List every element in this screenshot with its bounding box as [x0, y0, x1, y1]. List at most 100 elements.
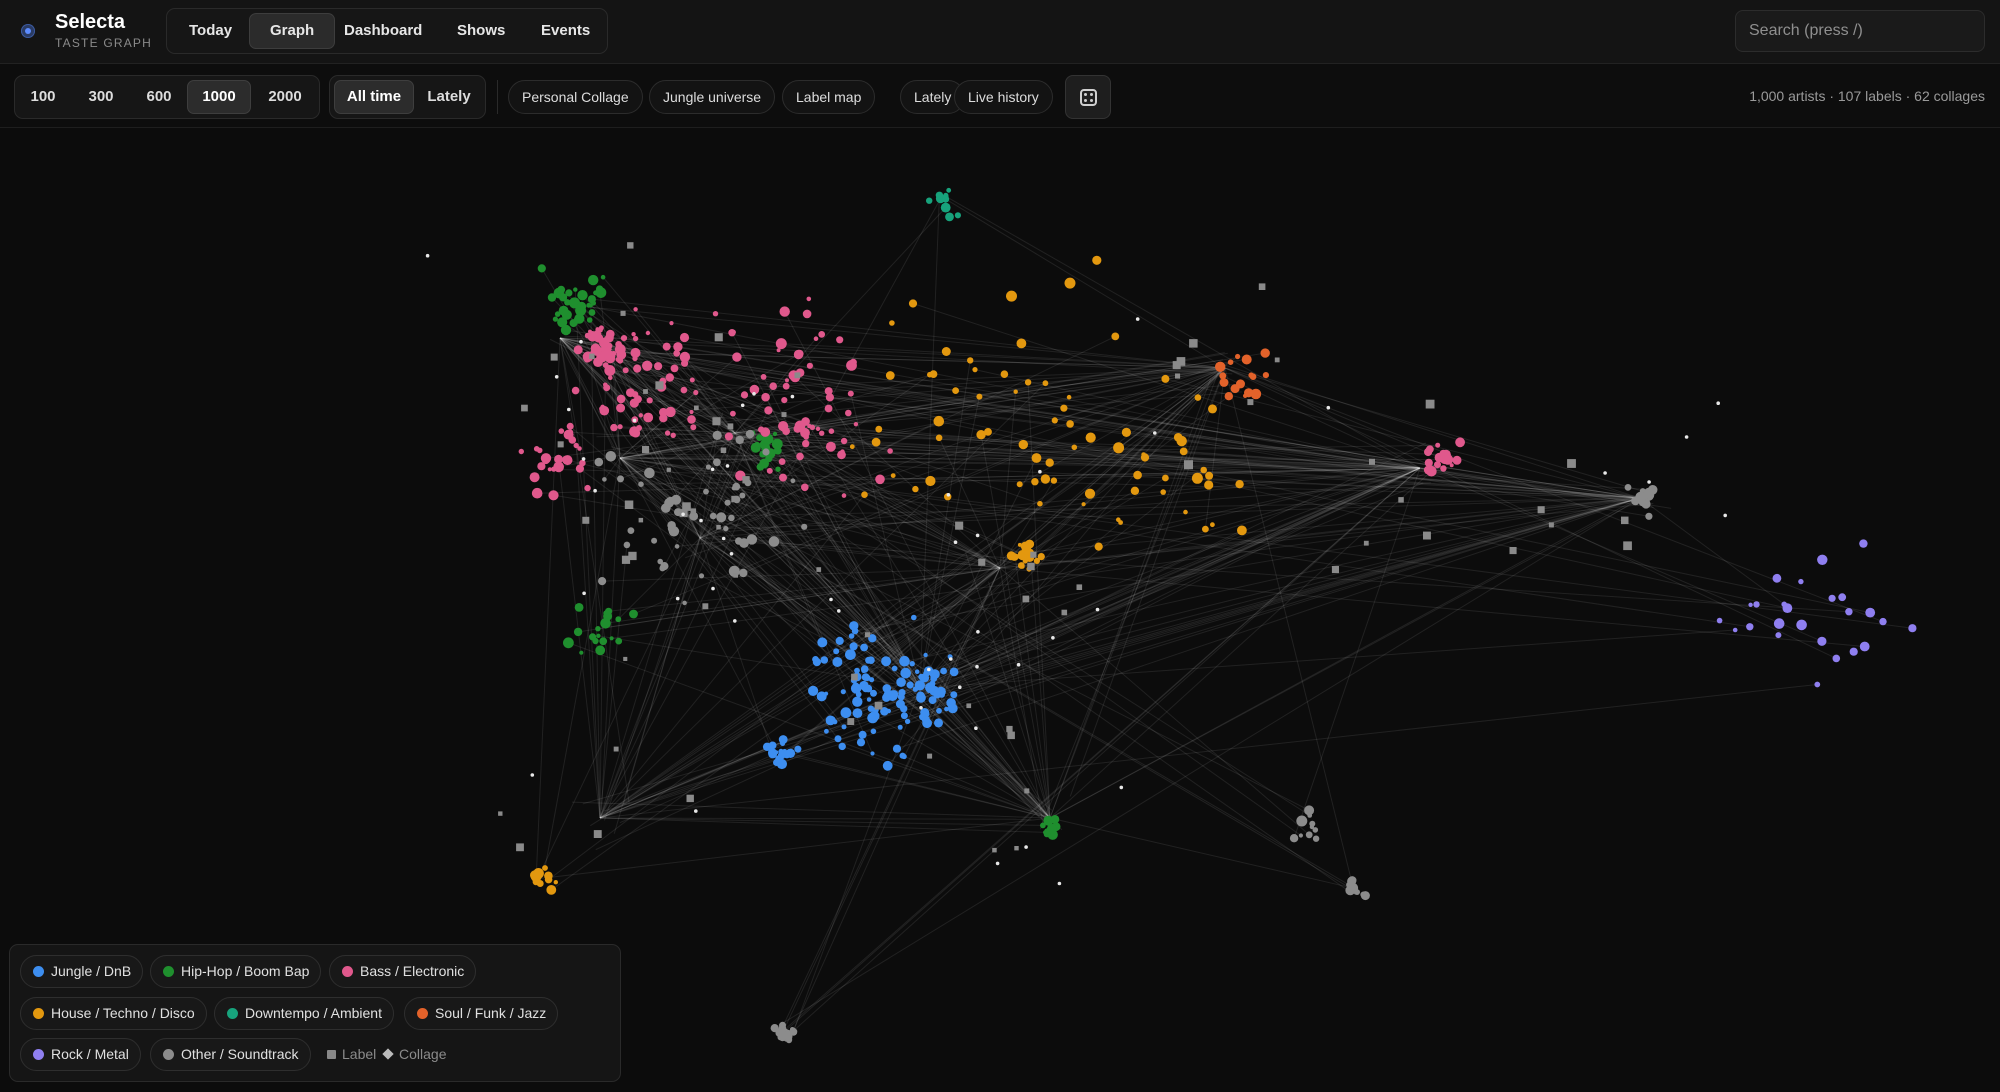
label-node[interactable]: [731, 495, 738, 503]
artist-node[interactable]: [689, 377, 695, 383]
label-node[interactable]: [966, 703, 972, 709]
artist-node[interactable]: [596, 633, 601, 638]
collage-node[interactable]: [1024, 845, 1028, 849]
artist-node[interactable]: [1060, 404, 1068, 412]
label-node[interactable]: [1258, 283, 1266, 290]
artist-node[interactable]: [595, 645, 606, 656]
artist-node[interactable]: [1013, 389, 1018, 394]
artist-node[interactable]: [746, 534, 758, 545]
nav-today[interactable]: Today: [169, 13, 252, 49]
artist-node[interactable]: [1262, 372, 1269, 379]
artist-node[interactable]: [732, 352, 742, 362]
artist-node[interactable]: [615, 637, 623, 645]
artist-node[interactable]: [762, 448, 770, 456]
artist-node[interactable]: [778, 421, 789, 432]
artist-node[interactable]: [732, 482, 741, 491]
artist-node[interactable]: [1071, 444, 1078, 451]
artist-node[interactable]: [777, 751, 786, 760]
artist-node[interactable]: [832, 657, 843, 667]
artist-node[interactable]: [724, 499, 731, 506]
artist-node[interactable]: [785, 748, 796, 758]
label-node[interactable]: [642, 446, 650, 454]
artist-node[interactable]: [824, 404, 833, 413]
artist-node[interactable]: [552, 316, 559, 322]
legend-rock-metal[interactable]: Rock / Metal: [20, 1038, 141, 1071]
artist-node[interactable]: [802, 439, 810, 448]
collage-node[interactable]: [1723, 513, 1727, 518]
label-node[interactable]: [1024, 788, 1030, 794]
collage-node[interactable]: [554, 375, 559, 379]
artist-node[interactable]: [1347, 876, 1357, 886]
label-node[interactable]: [1423, 531, 1431, 540]
label-node[interactable]: [686, 794, 694, 803]
artist-node[interactable]: [622, 367, 629, 374]
label-node[interactable]: [620, 310, 626, 316]
label-node[interactable]: [1274, 357, 1280, 363]
artist-node[interactable]: [518, 448, 524, 455]
artist-node[interactable]: [1241, 354, 1252, 365]
collage-node[interactable]: [740, 403, 745, 408]
artist-node[interactable]: [627, 527, 635, 534]
artist-node[interactable]: [802, 309, 812, 319]
artist-node[interactable]: [795, 349, 804, 358]
artist-node[interactable]: [1645, 512, 1653, 520]
artist-node[interactable]: [662, 342, 671, 351]
nav-graph[interactable]: Graph: [249, 13, 336, 49]
artist-node[interactable]: [1235, 480, 1244, 489]
artist-node[interactable]: [1064, 277, 1076, 289]
artist-node[interactable]: [1006, 290, 1017, 302]
artist-node[interactable]: [1176, 435, 1187, 447]
artist-node[interactable]: [1643, 487, 1655, 499]
artist-node[interactable]: [1307, 813, 1313, 818]
artist-node[interactable]: [926, 197, 933, 204]
artist-node[interactable]: [560, 324, 572, 336]
artist-node[interactable]: [616, 394, 626, 404]
artist-node[interactable]: [579, 650, 584, 655]
range-lately[interactable]: Lately: [416, 80, 482, 114]
artist-node[interactable]: [600, 274, 606, 280]
artist-node[interactable]: [801, 523, 808, 530]
artist-node[interactable]: [600, 618, 611, 629]
artist-node[interactable]: [1243, 393, 1248, 398]
label-node[interactable]: [550, 353, 558, 361]
artist-node[interactable]: [631, 332, 636, 337]
artist-node[interactable]: [593, 290, 599, 296]
artist-node[interactable]: [1455, 437, 1465, 448]
artist-node[interactable]: [739, 492, 746, 499]
artist-node[interactable]: [1022, 558, 1028, 564]
label-node[interactable]: [874, 701, 883, 710]
artist-node[interactable]: [881, 656, 892, 667]
artist-node[interactable]: [840, 449, 845, 454]
label-node[interactable]: [1006, 725, 1013, 733]
artist-node[interactable]: [900, 667, 911, 679]
artist-node[interactable]: [690, 424, 697, 431]
artist-node[interactable]: [586, 317, 593, 323]
artist-node[interactable]: [1013, 553, 1020, 560]
artist-node[interactable]: [1296, 815, 1308, 827]
label-node[interactable]: [1363, 540, 1369, 546]
artist-node[interactable]: [1162, 474, 1169, 482]
label-node[interactable]: [624, 500, 634, 510]
artist-node[interactable]: [781, 397, 788, 404]
artist-node[interactable]: [680, 386, 688, 394]
collage-node[interactable]: [1647, 480, 1651, 484]
collage-node[interactable]: [829, 597, 833, 602]
artist-node[interactable]: [644, 467, 655, 479]
artist-node[interactable]: [838, 742, 846, 751]
artist-node[interactable]: [1092, 255, 1102, 265]
artist-node[interactable]: [1194, 394, 1202, 401]
artist-node[interactable]: [864, 684, 873, 693]
artist-node[interactable]: [1775, 632, 1782, 639]
artist-node[interactable]: [735, 435, 744, 445]
artist-node[interactable]: [851, 627, 859, 635]
artist-node[interactable]: [575, 464, 585, 473]
artist-node[interactable]: [852, 696, 863, 707]
artist-node[interactable]: [1838, 593, 1847, 602]
artist-node[interactable]: [808, 685, 819, 697]
artist-node[interactable]: [1133, 470, 1142, 480]
artist-node[interactable]: [665, 406, 676, 418]
artist-node[interactable]: [759, 458, 769, 469]
artist-node[interactable]: [967, 357, 974, 364]
label-node[interactable]: [1331, 566, 1339, 574]
artist-node[interactable]: [1000, 370, 1009, 378]
